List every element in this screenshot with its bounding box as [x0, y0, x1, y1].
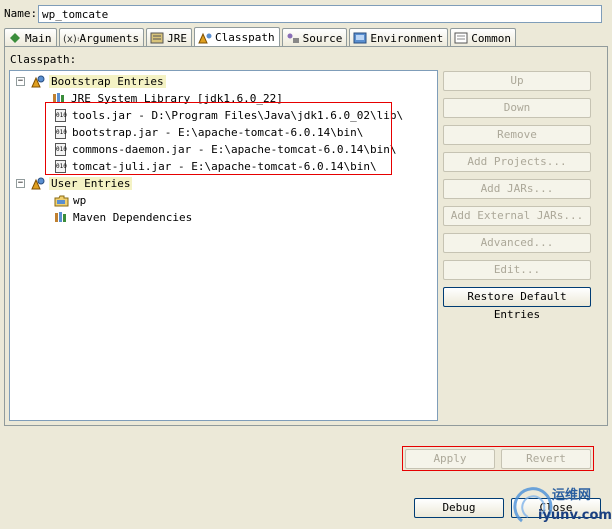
advanced-button[interactable]: Advanced... [443, 233, 591, 253]
tab-environment[interactable]: Environment [349, 28, 449, 47]
entries-icon [31, 177, 45, 190]
restore-default-entries-button[interactable]: Restore Default Entries [443, 287, 591, 321]
tab-arguments[interactable]: (x)= Arguments [58, 28, 145, 47]
debug-button[interactable]: Debug [414, 498, 504, 518]
classpath-icon [198, 32, 212, 44]
tab-source-label: Source [302, 31, 343, 45]
tab-jre[interactable]: JRE [146, 28, 192, 47]
collapse-icon[interactable]: − [16, 178, 25, 188]
common-icon [454, 32, 468, 44]
tab-classpath[interactable]: Classpath [193, 27, 280, 47]
library-icon [54, 211, 68, 223]
wp-label: wp [73, 193, 87, 207]
source-icon [286, 32, 300, 44]
watermark-text-cn: 运维网 [552, 488, 592, 503]
edit-button[interactable]: Edit... [443, 260, 591, 280]
up-button[interactable]: Up [443, 71, 591, 91]
tab-classpath-label: Classpath [214, 31, 275, 44]
collapse-icon[interactable]: − [16, 76, 25, 86]
name-input[interactable] [38, 5, 602, 23]
tab-bar: Main (x)= Arguments JRE Classpath Source… [4, 27, 518, 47]
bootstrap-entries-label: Bootstrap Entries [49, 74, 166, 88]
annotation-highlight-box [402, 446, 594, 471]
tree-node-maven[interactable]: Maven Dependencies [54, 209, 192, 225]
arguments-icon: (x)= [63, 32, 85, 45]
tree-node-bootstrap[interactable]: − Bootstrap Entries [16, 73, 166, 89]
tab-main[interactable]: Main [4, 28, 57, 47]
classpath-label: Classpath: [10, 53, 77, 66]
svg-text:(x)=: (x)= [63, 34, 79, 44]
down-button[interactable]: Down [443, 98, 591, 118]
add-external-jars-button[interactable]: Add External JARs... [443, 206, 591, 226]
tree-node-user-entries[interactable]: − User Entries [16, 175, 133, 191]
name-label: Name: [4, 7, 38, 20]
tab-source[interactable]: Source [281, 28, 348, 47]
tab-main-label: Main [25, 31, 52, 45]
annotation-highlight-box [45, 102, 392, 175]
main-icon [8, 32, 22, 44]
tab-environment-label: Environment [370, 31, 444, 45]
remove-button[interactable]: Remove [443, 125, 591, 145]
tab-common[interactable]: Common [450, 28, 516, 47]
maven-label: Maven Dependencies [73, 210, 193, 224]
add-jars-button[interactable]: Add JARs... [443, 179, 591, 199]
tab-arguments-label: Arguments [79, 31, 140, 45]
watermark-logo: 运维网 iyunv.com [512, 481, 612, 526]
user-entries-label: User Entries [49, 176, 133, 190]
tab-common-label: Common [471, 31, 511, 45]
tree-node-wp[interactable]: wp [54, 192, 86, 208]
entries-icon [31, 75, 45, 88]
watermark-text-url: iyunv.com [538, 508, 612, 523]
project-folder-icon [54, 195, 69, 206]
add-projects-button[interactable]: Add Projects... [443, 152, 591, 172]
jre-icon [150, 32, 164, 44]
tab-jre-label: JRE [167, 31, 187, 45]
environment-icon [353, 32, 367, 44]
